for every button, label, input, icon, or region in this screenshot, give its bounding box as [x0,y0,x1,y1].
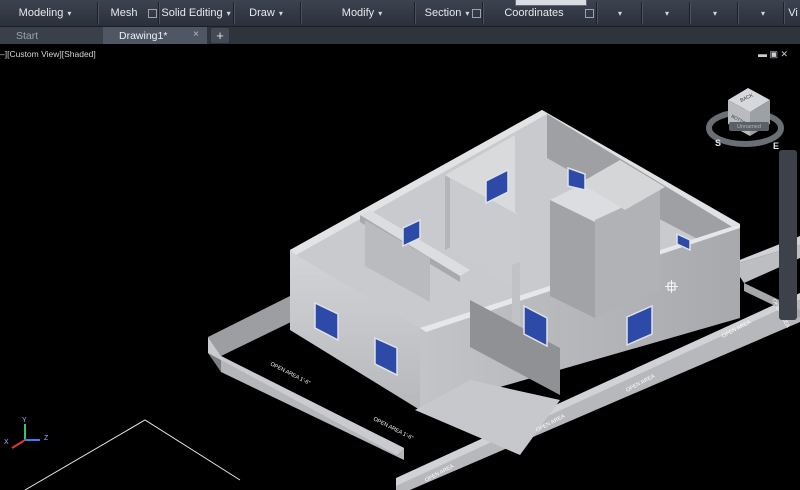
wireframe-line [24,419,241,490]
ucs-y-label: Y [22,417,27,424]
navigation-bar[interactable] [779,150,797,320]
viewcube[interactable]: BACK BOTTOM S E [706,88,784,151]
viewcube-ucs-menu[interactable]: Unnamed [729,122,769,131]
compass-east[interactable]: E [773,141,779,151]
ucs-icon: Y X Z [4,417,49,449]
ucs-x-label: X [4,439,9,446]
label-open-area: OPEN AREA 1'-6" [269,361,311,386]
compass-south[interactable]: S [715,138,721,148]
ucs-z-label: Z [44,435,49,442]
model-scene: OPEN AREA 1'-6" OPEN AREA 1'-6" OPEN ARE… [4,88,800,490]
